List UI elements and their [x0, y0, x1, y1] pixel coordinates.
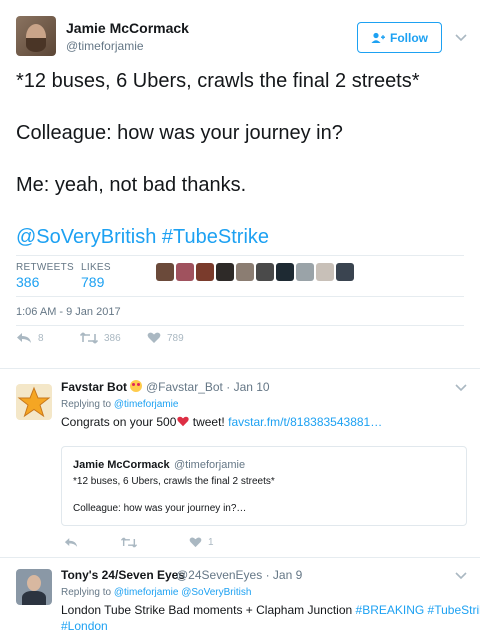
like-count: 1 [208, 537, 214, 548]
reply-date[interactable]: Jan 10 [234, 380, 270, 394]
replying-to-link[interactable]: @timeforjamie @SoVeryBritish [114, 587, 252, 598]
like-action[interactable]: 789 [147, 332, 184, 344]
replying-to: Replying to @timeforjamie @SoVeryBritish [61, 587, 251, 598]
liker-avatar[interactable] [276, 263, 294, 281]
follow-button[interactable]: Follow [357, 22, 442, 53]
reply-icon [17, 333, 31, 343]
retweet-action[interactable] [121, 537, 137, 548]
reply-separator: · [265, 568, 270, 582]
liker-avatar[interactable] [196, 263, 214, 281]
heart-icon [189, 537, 202, 548]
reply-text-part: tweet! [189, 415, 225, 429]
retweet-action[interactable]: 386 [80, 332, 121, 344]
reply-text-part: London Tube Strike Bad moments + Clapham… [61, 603, 356, 617]
chevron-down-icon[interactable] [455, 572, 467, 580]
retweet-count: 386 [104, 332, 121, 344]
hashtag-link[interactable]: #TubeStrike [162, 226, 269, 248]
quoted-author-handle: @timeforjamie [174, 459, 246, 471]
reply-text: Congrats on your 500 tweet! favstar.fm/t… [61, 415, 382, 429]
reply-text-line-1: London Tube Strike Bad moments + Clapham… [61, 603, 480, 617]
tony-avatar[interactable] [16, 569, 52, 605]
replying-to-link[interactable]: @timeforjamie [114, 399, 179, 410]
reply-text-part: Congrats on your 500 [61, 415, 177, 429]
heart-icon [147, 332, 161, 343]
main-tweet: Jamie McCormack @timeforjamie Follow *12… [0, 0, 480, 369]
reply-date[interactable]: Jan 9 [273, 568, 302, 582]
heart-eyes-emoji-icon [130, 380, 143, 392]
reply-author-name[interactable]: Tony's 24/Seven Eyes [61, 568, 185, 582]
author-name[interactable]: Jamie McCormack [66, 20, 189, 36]
favstar-link[interactable]: favstar.fm/t/818383543881… [228, 415, 382, 429]
quoted-tweet[interactable]: Jamie McCormack @timeforjamie *12 buses,… [61, 446, 467, 526]
like-action[interactable]: 1 [189, 537, 214, 548]
replying-prefix: Replying to [61, 587, 112, 598]
reply-icon [64, 538, 78, 547]
replying-to: Replying to @timeforjamie [61, 399, 178, 410]
liker-avatar[interactable] [236, 263, 254, 281]
reply-text-line-2: #London [61, 619, 108, 633]
reply-author-handle[interactable]: @Favstar_Bot [146, 380, 223, 394]
replying-prefix: Replying to [61, 399, 112, 410]
liker-avatar[interactable] [176, 263, 194, 281]
reply-action[interactable]: 8 [16, 332, 44, 344]
likes-count[interactable]: 789 [81, 274, 104, 290]
liker-avatar[interactable] [256, 263, 274, 281]
liker-avatars[interactable] [156, 263, 354, 285]
reply-action[interactable] [64, 537, 78, 548]
divider [16, 255, 464, 256]
author-avatar[interactable] [16, 16, 56, 56]
retweet-icon [80, 332, 98, 344]
retweets-label: RETWEETS [16, 262, 74, 273]
quoted-author-name: Jamie McCormack [73, 459, 170, 471]
tweet-tags-line: @SoVeryBritish #TubeStrike [16, 224, 269, 250]
divider [16, 296, 464, 297]
liker-avatar[interactable] [316, 263, 334, 281]
hashtag-link[interactable]: #BREAKING #TubeStrike [356, 603, 480, 617]
likes-label: LIKES [81, 262, 111, 273]
tweet-text-line-1: *12 buses, 6 Ubers, crawls the final 2 s… [16, 70, 420, 92]
retweet-icon [121, 537, 137, 548]
tweet-timestamp[interactable]: 1:06 AM - 9 Jan 2017 [16, 306, 121, 318]
reply-author-name[interactable]: Favstar Bot [61, 380, 143, 394]
chevron-down-icon[interactable] [455, 384, 467, 392]
tweet-text-line-3: Me: yeah, not bad thanks. [16, 174, 247, 196]
favstar-avatar[interactable] [16, 384, 52, 420]
author-handle[interactable]: @timeforjamie [66, 39, 144, 53]
liker-avatar[interactable] [156, 263, 174, 281]
tweet-text-line-2: Colleague: how was your journey in? [16, 122, 343, 144]
add-user-icon [371, 32, 385, 43]
hashtag-link[interactable]: #London [61, 619, 108, 633]
reply-author-handle[interactable]: @24SevenEyes [176, 568, 262, 582]
reply-tweet: Tony's 24/Seven Eyes @24SevenEyes · Jan … [0, 558, 480, 640]
liker-avatar[interactable] [296, 263, 314, 281]
divider [16, 325, 464, 326]
follow-label: Follow [390, 30, 428, 45]
reply-author-name-text: Favstar Bot [61, 380, 128, 394]
chevron-down-icon[interactable] [455, 34, 467, 42]
reply-meta: @Favstar_Bot · Jan 10 [146, 380, 270, 394]
quoted-text-line-1: *12 buses, 6 Ubers, crawls the final 2 s… [73, 476, 275, 487]
liker-avatar[interactable] [216, 263, 234, 281]
liker-avatar[interactable] [336, 263, 354, 281]
quoted-text-line-2: Colleague: how was your journey in?… [73, 503, 247, 514]
star-icon [17, 386, 51, 418]
retweets-count[interactable]: 386 [16, 274, 39, 290]
reply-count: 8 [38, 332, 44, 344]
mention-link[interactable]: @SoVeryBritish [16, 226, 156, 248]
like-count: 789 [167, 332, 184, 344]
heart-emoji-icon [177, 416, 190, 427]
reply-separator: · [226, 380, 231, 394]
reply-meta: @24SevenEyes · Jan 9 [176, 568, 302, 582]
